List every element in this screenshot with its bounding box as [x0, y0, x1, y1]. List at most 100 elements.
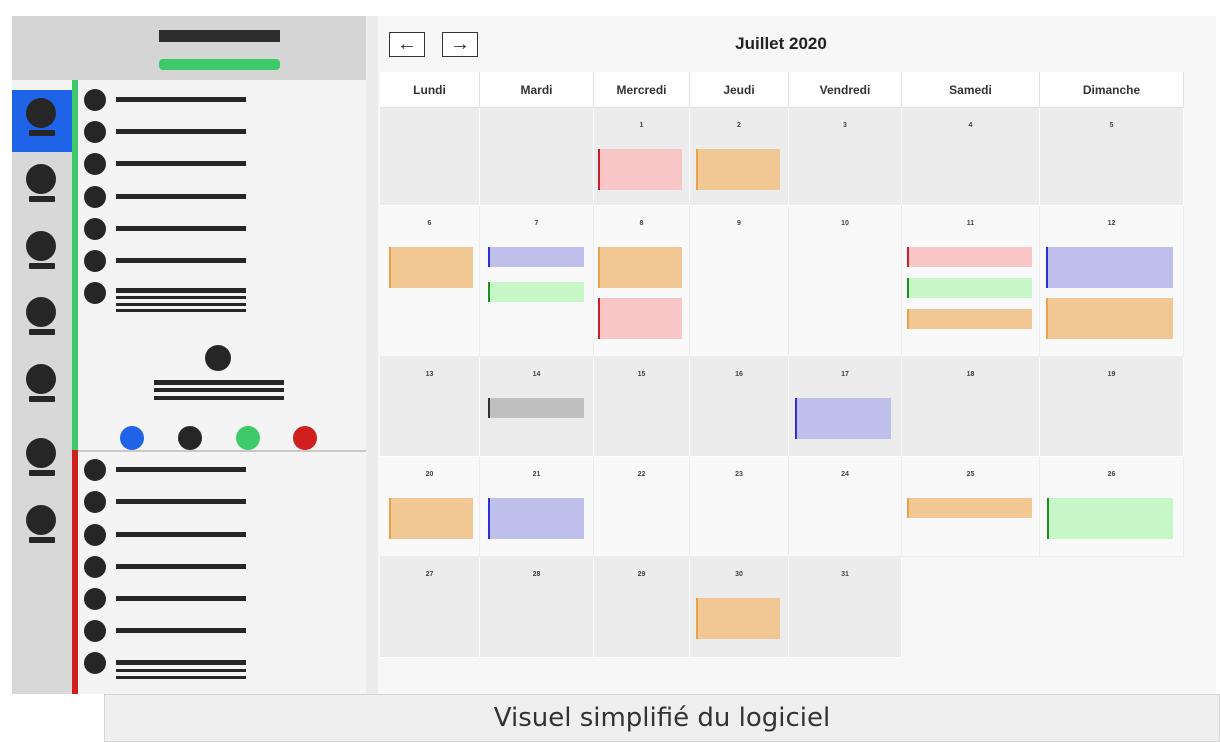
event-block[interactable] [598, 247, 682, 288]
figure-caption: Visuel simplifié du logiciel [104, 694, 1220, 742]
event-block[interactable] [389, 247, 473, 288]
contact-item[interactable] [84, 586, 284, 612]
day-cell[interactable]: 28 [480, 557, 594, 658]
contact-detail-placeholder [116, 303, 246, 306]
day-cell[interactable]: 6 [380, 206, 480, 357]
contact-item[interactable] [84, 650, 284, 679]
day-cell[interactable] [480, 108, 594, 206]
user-icon [26, 505, 56, 535]
day-cell[interactable]: 26 [1040, 457, 1184, 557]
day-cell[interactable]: 9 [690, 206, 789, 357]
day-cell[interactable]: 7 [480, 206, 594, 357]
contact-item[interactable] [84, 489, 284, 515]
day-cell[interactable]: 5 [1040, 108, 1184, 206]
event-block[interactable] [389, 498, 473, 539]
contact-item-selected[interactable] [84, 280, 284, 312]
color-option-black[interactable] [178, 426, 202, 450]
event-block[interactable] [598, 149, 682, 190]
day-cell[interactable]: 13 [380, 357, 480, 457]
day-number: 5 [1109, 122, 1114, 129]
day-cell[interactable]: 21 [480, 457, 594, 557]
day-cell[interactable]: 4 [902, 108, 1040, 206]
day-number: 11 [966, 220, 975, 227]
day-cell[interactable]: 23 [690, 457, 789, 557]
event-block[interactable] [907, 278, 1032, 298]
event-block[interactable] [1047, 498, 1173, 539]
day-cell[interactable] [380, 108, 480, 206]
day-cell[interactable]: 1 [594, 108, 690, 206]
contact-item[interactable] [84, 248, 284, 274]
day-cell[interactable]: 24 [789, 457, 902, 557]
day-cell[interactable]: 10 [789, 206, 902, 357]
prev-month-button[interactable]: ← [389, 32, 425, 57]
contact-item[interactable] [84, 618, 284, 644]
day-number: 20 [425, 471, 434, 478]
contact-item[interactable] [84, 554, 284, 580]
next-month-button[interactable]: → [442, 32, 478, 57]
weekday-header: Vendredi [789, 72, 902, 108]
day-cell[interactable]: 25 [902, 457, 1040, 557]
contact-item[interactable] [84, 216, 284, 242]
rail-item-1[interactable] [12, 90, 72, 152]
group-stripe-green [72, 80, 78, 450]
day-cell[interactable]: 30 [690, 557, 789, 658]
event-block[interactable] [488, 498, 584, 539]
day-cell[interactable]: 29 [594, 557, 690, 658]
contact-item[interactable] [84, 87, 284, 113]
event-block[interactable] [488, 247, 584, 267]
rail-item-5[interactable] [12, 356, 72, 418]
contact-name-placeholder [116, 596, 246, 601]
color-option-blue[interactable] [120, 426, 144, 450]
contact-name-placeholder [116, 129, 246, 134]
rail-item-6[interactable] [12, 430, 72, 492]
day-cell[interactable]: 22 [594, 457, 690, 557]
contact-item[interactable] [84, 184, 284, 210]
event-block[interactable] [696, 598, 780, 639]
event-block[interactable] [1046, 298, 1173, 339]
event-block[interactable] [488, 282, 584, 302]
user-base-icon [29, 537, 55, 543]
day-number: 28 [532, 571, 541, 578]
contact-item[interactable] [84, 151, 284, 177]
day-cell[interactable]: 20 [380, 457, 480, 557]
event-block[interactable] [907, 309, 1032, 329]
contact-item[interactable] [84, 522, 284, 548]
contact-name-placeholder [116, 499, 246, 504]
contact-item[interactable] [84, 119, 284, 145]
day-number: 30 [735, 571, 743, 578]
rail-item-2[interactable] [12, 156, 72, 218]
contact-name-placeholder [116, 97, 246, 102]
day-cell[interactable]: 16 [690, 357, 789, 457]
day-cell[interactable]: 17 [789, 357, 902, 457]
contact-avatar-icon [84, 121, 106, 143]
day-cell[interactable]: 27 [380, 557, 480, 658]
day-cell[interactable]: 19 [1040, 357, 1184, 457]
event-block[interactable] [907, 247, 1032, 267]
event-block[interactable] [795, 398, 891, 439]
day-number: 21 [532, 471, 541, 478]
event-block[interactable] [488, 398, 584, 418]
contact-avatar-icon [84, 620, 106, 642]
day-cell[interactable]: 15 [594, 357, 690, 457]
color-option-green[interactable] [236, 426, 260, 450]
user-icon [26, 164, 56, 194]
day-cell[interactable]: 3 [789, 108, 902, 206]
day-cell[interactable]: 14 [480, 357, 594, 457]
color-option-red[interactable] [293, 426, 317, 450]
day-cell[interactable]: 2 [690, 108, 789, 206]
rail-item-4[interactable] [12, 289, 72, 351]
day-cell[interactable]: 8 [594, 206, 690, 357]
day-number: 2 [737, 122, 741, 129]
rail-item-7[interactable] [12, 497, 72, 559]
event-block[interactable] [598, 298, 682, 339]
day-cell[interactable]: 12 [1040, 206, 1184, 357]
event-block[interactable] [907, 498, 1032, 518]
event-block[interactable] [1046, 247, 1173, 288]
event-block[interactable] [696, 149, 780, 190]
contact-item[interactable] [84, 457, 284, 483]
day-cell[interactable]: 31 [789, 557, 902, 658]
day-cell[interactable]: 11 [902, 206, 1040, 357]
rail-item-3[interactable] [12, 223, 72, 285]
day-number: 4 [968, 122, 973, 129]
day-cell[interactable]: 18 [902, 357, 1040, 457]
